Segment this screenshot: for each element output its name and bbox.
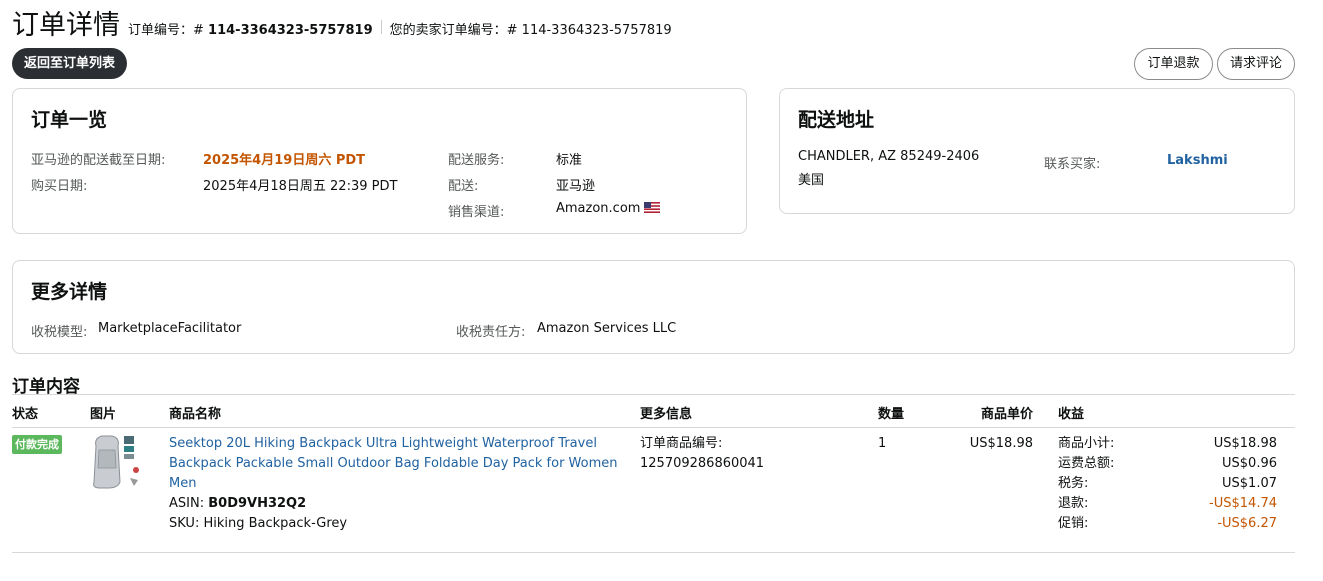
- seller-order-id: 您的卖家订单编号：# 114-3364323-5757819: [389, 23, 672, 38]
- more-details-card: 更多详情 收税模型: MarketplaceFacilitator 收税责任方:…: [12, 260, 1295, 354]
- tax-label: 税务:: [1058, 476, 1089, 491]
- refund-order-button[interactable]: 订单退款: [1134, 48, 1213, 80]
- shipping-address-card: 配送地址 CHANDLER, AZ 85249-2406 美国 联系买家: La…: [779, 88, 1295, 214]
- sku: SKU: Hiking Backpack-Grey: [169, 516, 348, 531]
- order-item-id: 125709286860041: [640, 456, 765, 471]
- refund-label: 退款:: [1058, 496, 1089, 511]
- shipping-total-value: US$0.96: [1222, 456, 1277, 471]
- col-header-unit-price: 商品单价: [980, 407, 1033, 422]
- promotion-value: -US$6.27: [1217, 516, 1277, 531]
- tax-party-label: 收税责任方:: [456, 325, 526, 340]
- page-title: 订单详情: [12, 10, 120, 41]
- col-header-proceeds: 收益: [1058, 407, 1085, 422]
- back-to-orders-button[interactable]: 返回至订单列表: [12, 48, 128, 79]
- sales-channel: Amazon.com: [556, 201, 661, 216]
- tax-model-label: 收税模型:: [31, 325, 88, 340]
- shipping-total-label: 运费总额:: [1058, 456, 1115, 471]
- table-divider: [12, 552, 1295, 553]
- table-divider: [12, 427, 1295, 428]
- status-badge: 付款完成: [12, 435, 62, 454]
- col-header-product-name: 商品名称: [169, 407, 222, 422]
- unit-price: US$18.98: [969, 436, 1033, 451]
- refund-value: -US$14.74: [1209, 496, 1277, 511]
- page-header: 订单详情 订单编号：# 114-3364323-5757819 您的卖家订单编号…: [12, 8, 672, 44]
- ship-by-label: 亚马逊的配送截至日期:: [31, 153, 166, 168]
- shipping-service-value: 标准: [556, 153, 583, 168]
- buyer-name-link[interactable]: Lakshmi: [1167, 153, 1228, 168]
- order-id: 订单编号：# 114-3364323-5757819: [128, 23, 373, 38]
- col-header-status: 状态: [12, 407, 39, 422]
- address-country: 美国: [798, 173, 825, 188]
- col-header-more-info: 更多信息: [640, 407, 693, 422]
- ship-by-value: 2025年4月19日周六 PDT: [203, 153, 366, 168]
- promotion-label: 促销:: [1058, 516, 1089, 531]
- fulfillment-value: 亚马逊: [556, 179, 596, 194]
- order-item-id-label: 订单商品编号:: [640, 436, 723, 451]
- asin: ASIN: B0D9VH32Q2: [169, 496, 307, 511]
- order-summary-title: 订单一览: [31, 109, 108, 131]
- quantity: 1: [878, 436, 887, 451]
- divider: [380, 20, 382, 34]
- more-details-title: 更多详情: [31, 281, 108, 303]
- tax-party-value: Amazon Services LLC: [537, 321, 677, 336]
- table-divider: [12, 394, 1295, 395]
- us-flag-icon: [644, 202, 661, 213]
- purchase-date-label: 购买日期:: [31, 179, 88, 194]
- tax-model-value: MarketplaceFacilitator: [98, 321, 242, 336]
- subtotal-label: 商品小计:: [1058, 436, 1115, 451]
- product-thumbnail[interactable]: [90, 432, 144, 490]
- address-line1: CHANDLER, AZ 85249-2406: [798, 149, 980, 164]
- tax-value: US$1.07: [1222, 476, 1277, 491]
- fulfillment-label: 配送:: [448, 179, 479, 194]
- col-header-quantity: 数量: [878, 407, 905, 422]
- shipping-address-title: 配送地址: [798, 109, 875, 131]
- order-summary-card: 订单一览 亚马逊的配送截至日期: 2025年4月19日周六 PDT 购买日期: …: [12, 88, 747, 234]
- request-review-button[interactable]: 请求评论: [1217, 48, 1295, 80]
- sales-channel-label: 销售渠道:: [448, 205, 505, 220]
- purchase-date-value: 2025年4月18日周五 22:39 PDT: [203, 179, 398, 194]
- col-header-image: 图片: [90, 407, 117, 422]
- product-name-link[interactable]: Seektop 20L Hiking Backpack Ultra Lightw…: [169, 434, 619, 494]
- subtotal-value: US$18.98: [1213, 436, 1277, 451]
- contact-buyer-label: 联系买家:: [1044, 157, 1101, 172]
- shipping-service-label: 配送服务:: [448, 153, 505, 168]
